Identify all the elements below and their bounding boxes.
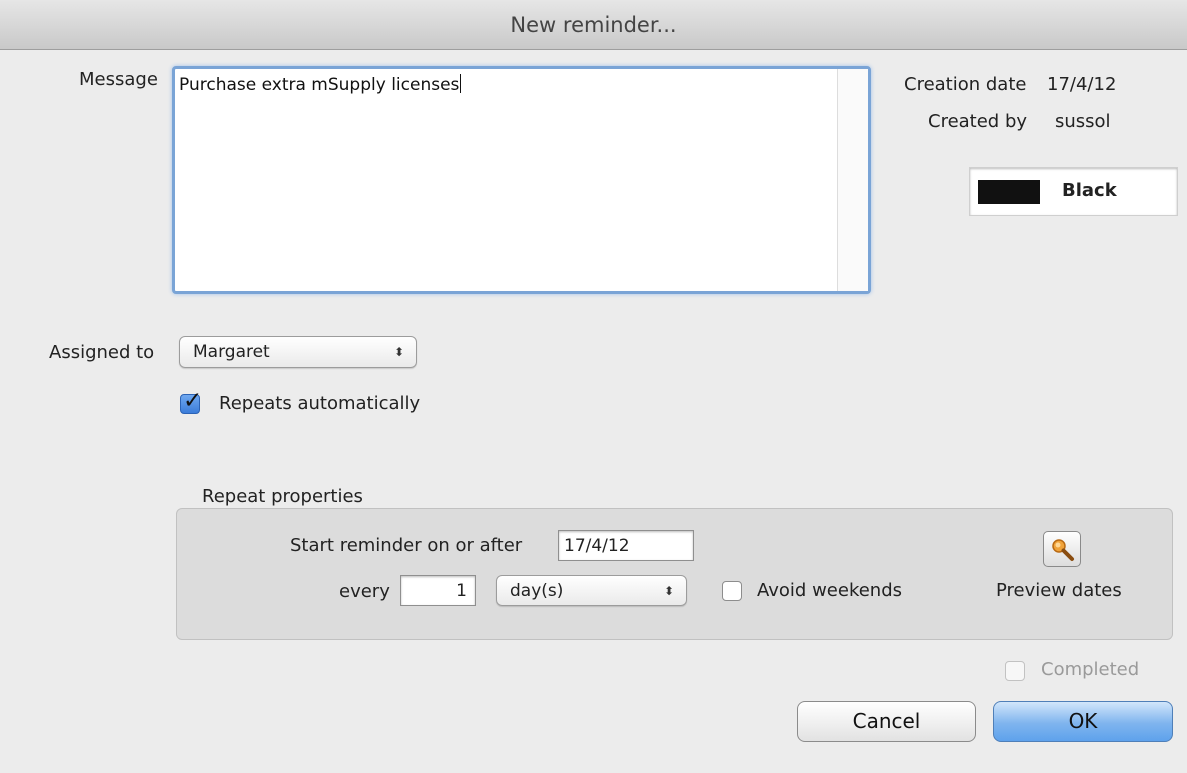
- color-picker[interactable]: Black: [969, 167, 1178, 216]
- repeats-automatically-label: Repeats automatically: [219, 393, 421, 414]
- repeat-properties-group: [176, 508, 1173, 640]
- message-text: Purchase extra mSupply licenses: [179, 75, 460, 95]
- avoid-weekends-label: Avoid weekends: [757, 580, 903, 601]
- repeat-properties-title: Repeat properties: [202, 486, 363, 507]
- cancel-button[interactable]: Cancel: [797, 701, 976, 742]
- every-label: every: [339, 581, 390, 602]
- creation-date-value: 17/4/12: [1047, 74, 1117, 95]
- created-by-value: sussol: [1055, 111, 1111, 132]
- every-interval-input[interactable]: 1: [400, 575, 476, 606]
- assigned-to-select[interactable]: Margaret ⬍: [179, 336, 417, 368]
- window-title-bar: New reminder...: [0, 0, 1187, 50]
- checkmark-icon: ✓: [183, 388, 203, 414]
- message-textarea[interactable]: Purchase extra mSupply licenses: [172, 66, 871, 294]
- color-swatch: [978, 180, 1040, 204]
- repeat-unit-value: day(s): [510, 581, 564, 601]
- completed-checkbox[interactable]: [1005, 661, 1025, 681]
- message-label: Message: [79, 69, 158, 90]
- created-by-label: Created by: [928, 111, 1028, 132]
- repeat-unit-select[interactable]: day(s) ⬍: [496, 575, 687, 606]
- select-arrows-icon: ⬍: [393, 345, 404, 359]
- repeats-automatically-checkbox[interactable]: ✓: [180, 388, 202, 414]
- start-date-input[interactable]: 17/4/12: [558, 530, 694, 561]
- preview-dates-button[interactable]: [1043, 531, 1081, 567]
- color-name: Black: [1062, 180, 1117, 201]
- message-scrollbar[interactable]: [837, 69, 868, 291]
- completed-label: Completed: [1041, 659, 1140, 680]
- start-reminder-label: Start reminder on or after: [290, 535, 523, 556]
- assigned-to-label: Assigned to: [49, 342, 155, 363]
- assigned-to-value: Margaret: [193, 342, 270, 362]
- creation-date-label: Creation date: [904, 74, 1027, 95]
- magnifier-icon: [1052, 539, 1074, 561]
- text-caret: [460, 74, 462, 93]
- avoid-weekends-checkbox[interactable]: [722, 581, 742, 601]
- start-date-value: 17/4/12: [564, 536, 630, 556]
- ok-button[interactable]: OK: [993, 701, 1173, 742]
- every-interval-value: 1: [456, 581, 467, 601]
- window-title: New reminder...: [510, 13, 677, 37]
- preview-dates-label: Preview dates: [996, 580, 1122, 601]
- select-arrows-icon: ⬍: [663, 584, 674, 598]
